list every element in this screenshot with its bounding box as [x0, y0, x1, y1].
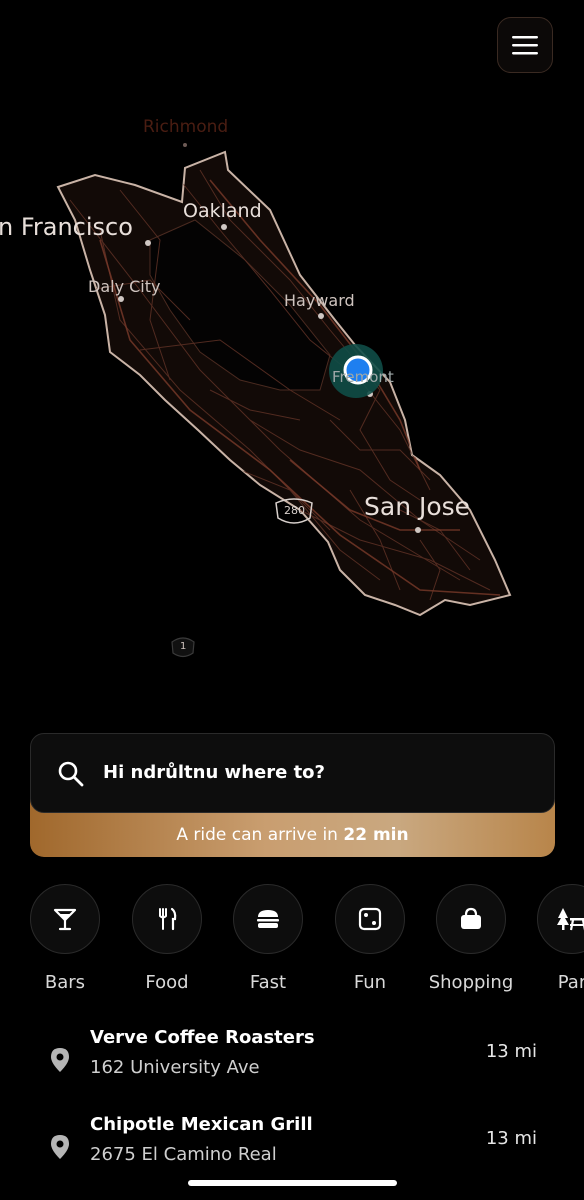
- category-circle: [436, 884, 506, 954]
- place-name: Chipotle Mexican Grill: [90, 1114, 313, 1135]
- picnic-table-icon: [557, 908, 584, 931]
- search-prompt: Hi ndrůltnu where to?: [103, 762, 325, 783]
- eta-prefix: A ride can arrive in: [176, 825, 338, 845]
- category-label: Shopping: [428, 972, 514, 993]
- map-view[interactable]: Richmond n Francisco Oakland Daly City H…: [0, 90, 584, 690]
- category-fast[interactable]: Fast: [218, 884, 318, 993]
- place-address: 162 University Ave: [90, 1057, 260, 1078]
- category-circle: [30, 884, 100, 954]
- map-label-san-jose: San Jose: [364, 492, 471, 521]
- hamburger-icon: [512, 36, 538, 55]
- route-280-label: 280: [284, 504, 305, 517]
- place-distance: 13 mi: [485, 1041, 537, 1062]
- category-shopping[interactable]: Shopping: [421, 884, 521, 993]
- place-distance: 13 mi: [485, 1128, 537, 1149]
- map-label-daly-city: Daly City: [88, 277, 161, 296]
- route-1-label: 1: [180, 641, 187, 652]
- category-circle: [537, 884, 584, 954]
- category-fun[interactable]: Fun: [320, 884, 420, 993]
- fork-knife-icon: [159, 907, 177, 931]
- category-label: Par: [557, 972, 584, 993]
- home-indicator[interactable]: [188, 1180, 397, 1186]
- map-label-oakland: Oakland: [183, 200, 262, 222]
- place-address: 2675 El Camino Real: [90, 1144, 277, 1165]
- category-label: Fast: [249, 972, 287, 993]
- menu-button[interactable]: [497, 17, 553, 73]
- category-circle: [132, 884, 202, 954]
- search-input[interactable]: Hi ndrůltnu where to?: [30, 733, 555, 813]
- place-name: Verve Coffee Roasters: [90, 1027, 315, 1048]
- search-icon: [58, 761, 84, 787]
- cocktail-icon: [53, 908, 77, 931]
- map-canvas: [56, 143, 512, 658]
- map-label-fremont: Fremont: [332, 368, 394, 386]
- category-label: Fun: [353, 972, 387, 993]
- map-label-san-francisco: n Francisco: [0, 213, 133, 241]
- category-food[interactable]: Food: [117, 884, 217, 993]
- category-circle: [233, 884, 303, 954]
- category-bars[interactable]: Bars: [15, 884, 115, 993]
- list-item[interactable]: Verve Coffee Roasters 162 University Ave…: [0, 1027, 584, 1097]
- list-item[interactable]: Chipotle Mexican Grill 2675 El Camino Re…: [0, 1114, 584, 1184]
- location-pin-icon: [51, 1048, 69, 1072]
- search-panel: Hi ndrůltnu where to? A ride can arrive …: [30, 733, 555, 857]
- map-label-hayward: Hayward: [284, 291, 355, 310]
- category-circle: [335, 884, 405, 954]
- location-pin-icon: [51, 1135, 69, 1159]
- burger-icon: [257, 910, 279, 928]
- category-parks[interactable]: Par: [522, 884, 584, 993]
- eta-text: A ride can arrive in 22 min: [30, 825, 555, 845]
- map-label-richmond: Richmond: [143, 117, 229, 137]
- dice-icon: [358, 907, 382, 931]
- category-row: Bars Food Fast Fun Shopping Par: [0, 884, 584, 1004]
- eta-time: 22 min: [343, 825, 409, 845]
- shopping-bag-icon: [461, 907, 481, 929]
- category-label: Bars: [44, 972, 86, 993]
- category-label: Food: [145, 972, 189, 993]
